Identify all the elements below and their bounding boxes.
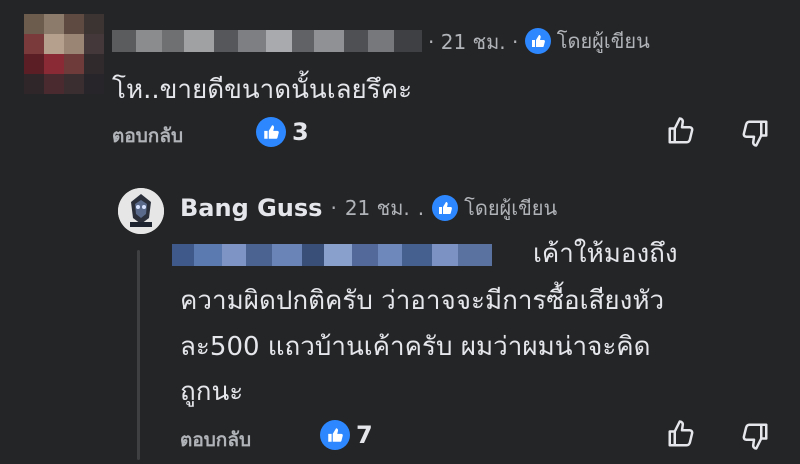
separator-dot: ·: [330, 196, 337, 220]
thumbs-up-icon[interactable]: [665, 115, 697, 147]
avatar-blurred[interactable]: [24, 14, 104, 94]
thumbs-up-badge-icon: [524, 28, 551, 54]
thumbs-down-icon[interactable]: [739, 117, 771, 149]
thumbs-up-icon[interactable]: [665, 418, 697, 450]
comment2-text-line3: ละ500 แถวบ้านเค้าครับ ผมว่าผมน่าจะคิด: [180, 332, 651, 362]
author-badge-label: โดยผู้เขียน: [464, 196, 558, 220]
comment1-meta: · 21 ชม. · โดยผู้เขียน: [428, 28, 650, 54]
separator-dot: ·: [428, 30, 435, 54]
separator-dot: ·: [512, 30, 519, 54]
author-badge: โดยผู้เขียน: [524, 28, 650, 54]
author-name[interactable]: Bang Guss: [180, 194, 322, 222]
comment2-header: Bang Guss · 21 ชม. . โดยผู้เขียน: [180, 194, 557, 222]
thread-line: [137, 250, 140, 460]
comment-time[interactable]: 21 ชม.: [441, 30, 506, 54]
avatar[interactable]: [118, 188, 164, 234]
separator-dot: .: [417, 196, 425, 220]
reaction-count[interactable]: 7: [320, 420, 373, 450]
thumbs-up-badge-icon: [432, 195, 459, 221]
comment2-text-line2: ความผิดปกติครับ ว่าอาจจะมีการซื้อเสียงหั…: [180, 286, 665, 316]
reply-button[interactable]: ตอบกลับ: [112, 121, 183, 151]
reply-button[interactable]: ตอบกลับ: [180, 425, 251, 455]
author-badge: โดยผู้เขียน: [432, 195, 557, 221]
author-name-blurred[interactable]: [112, 30, 422, 52]
like-count: 3: [292, 118, 309, 146]
reaction-count[interactable]: 3: [256, 117, 309, 147]
author-badge-label: โดยผู้เขียน: [556, 29, 650, 53]
comment2-text-line1: เค้าให้มองถึง: [533, 239, 678, 269]
thumbs-down-icon[interactable]: [739, 420, 771, 452]
like-count: 7: [356, 421, 373, 449]
comment-time[interactable]: 21 ชม.: [345, 196, 410, 220]
like-reaction-icon: [320, 420, 350, 450]
comment1-text: โห..ขายดีขนาดนั้นเลยรึคะ: [112, 75, 413, 105]
comment2-text-line4: ถูกนะ: [180, 377, 244, 407]
like-reaction-icon: [256, 117, 286, 147]
mention-blurred[interactable]: [172, 244, 522, 266]
